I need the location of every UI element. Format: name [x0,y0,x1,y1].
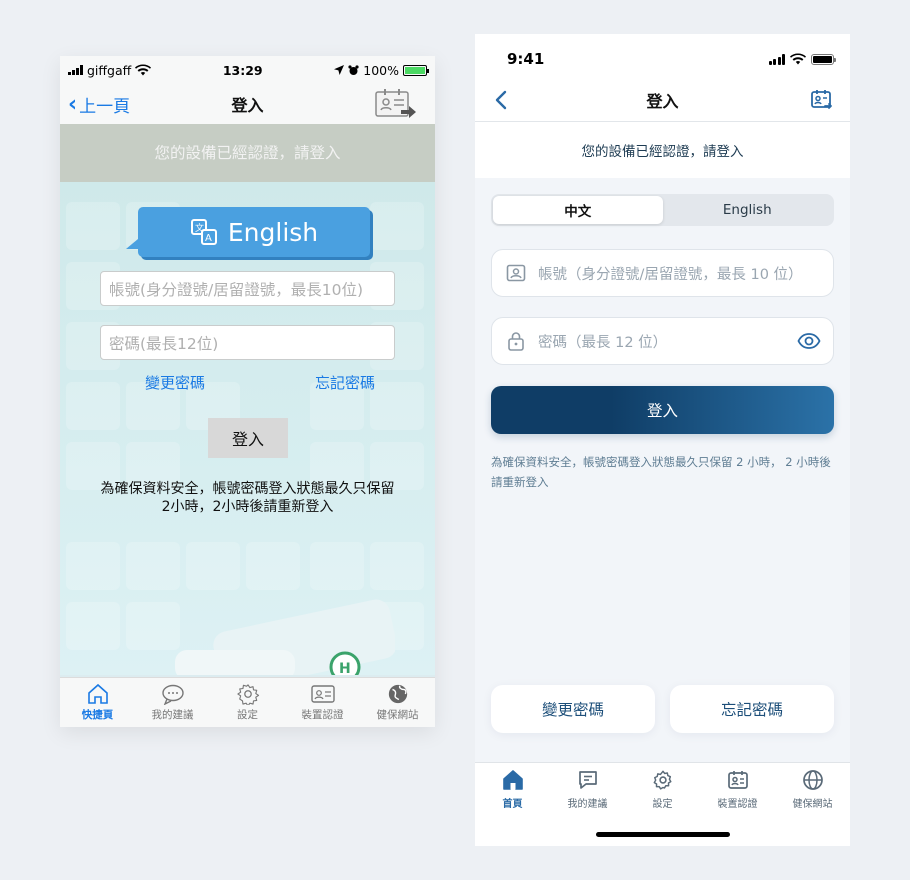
tab-bar: 快捷頁 我的建議 設定 裝置認證 健保網站 [60,677,435,727]
svg-text:文: 文 [195,222,204,234]
account-placeholder: 帳號(身分證號/居留證號，最長10位) [109,280,364,299]
password-placeholder: 密碼(最長12位) [109,334,219,353]
login-button[interactable]: 登入 [208,418,288,458]
status-time: 9:41 [507,50,545,68]
alarm-icon [348,64,359,75]
svg-text:A: A [205,233,212,244]
carrier-name: giffgaff [87,62,132,78]
nav-bar: 登入 [475,78,850,122]
battery-icon [403,64,429,76]
lock-icon [508,332,524,351]
wifi-icon [135,64,152,76]
verified-banner: 您的設備已經認證，請登入 [60,122,435,182]
tab-label: 裝置認證 [717,799,758,810]
tab-label: 我的建議 [567,799,608,810]
page-title: 登入 [646,91,679,111]
session-note: 為確保資料安全，帳號密碼登入狀態最久只保留 2 小時， 2 小時後請重新登入 [491,455,831,489]
verified-banner: 您的設備已經認證，請登入 [475,122,850,178]
globe-icon [802,770,823,790]
house-icon [502,770,523,790]
tab-device-certification[interactable]: 裝置認證 [285,678,360,727]
globe-icon [388,684,407,704]
session-note: 為確保資料安全，帳號密碼登入狀態最久只保留2小時，2小時後請重新登入 [100,481,395,515]
location-arrow-icon [334,65,345,75]
account-placeholder: 帳號（身分證號/居留證號，最長 10 位） [538,266,803,283]
house-icon [87,683,108,704]
tab-home[interactable]: 快捷頁 [60,678,135,727]
device-certificate-icon[interactable] [375,88,417,120]
segment-chinese[interactable]: 中文 [493,196,663,224]
old-app-screen: giffgaff 13:29 100% ‹ 上一頁 登入 您的設備已經認證，請登… [60,56,435,727]
eye-icon[interactable] [797,329,821,353]
id-card-icon [727,771,748,789]
new-app-screen: 9:41 登入 您的設備已經認證，請登入 中文 English 帳號（身分證號/… [475,34,850,846]
back-button[interactable]: ‹ 上一頁 [68,92,130,117]
banner-text: 您的設備已經認證，請登入 [581,144,744,160]
gear-icon [653,770,672,790]
translate-icon: 文 A [190,219,217,245]
battery-percent: 100% [363,62,399,78]
gear-icon [236,684,259,705]
chevron-left-icon: ‹ [68,91,78,117]
svg-text:H: H [339,661,351,675]
login-button[interactable]: 登入 [491,386,834,434]
banner-text: 您的設備已經認證，請登入 [154,144,341,162]
tab-settings[interactable]: 設定 [210,678,285,727]
login-area: 文 A English 帳號(身分證號/居留證號，最長10位) 密碼(最長12位… [60,182,435,675]
tab-label: 健保網站 [376,709,419,721]
tab-label: 健保網站 [792,799,833,810]
tab-label: 快捷頁 [81,709,114,721]
health-card-illustration: H [175,599,395,675]
device-certificate-icon[interactable] [810,88,834,112]
tab-suggestions[interactable]: 我的建議 [135,678,210,727]
status-bar: 9:41 [475,34,850,78]
language-button-label: English [227,217,319,247]
tab-label: 我的建議 [151,709,194,721]
password-placeholder: 密碼（最長 12 位） [538,334,668,351]
password-input[interactable]: 密碼(最長12位) [100,325,395,360]
signal-icon [68,65,83,75]
segment-english[interactable]: English [663,196,833,224]
status-bar: giffgaff 13:29 100% [60,56,435,84]
back-label: 上一頁 [79,96,131,117]
id-badge-icon [506,264,526,282]
language-segmented-control: 中文 English [491,194,834,226]
status-time: 13:29 [222,62,263,78]
forgot-password-button[interactable]: 忘記密碼 [670,685,834,733]
battery-icon [811,53,836,65]
password-input[interactable]: 密碼（最長 12 位） [491,317,834,365]
signal-icon [768,53,785,65]
chevron-left-icon[interactable] [491,88,513,112]
tab-label: 首頁 [502,799,523,810]
language-toggle-button[interactable]: 文 A English [126,207,370,257]
tab-label: 設定 [652,799,673,810]
chat-bubble-icon [578,771,597,789]
chat-bubble-icon [161,684,184,705]
nav-bar: ‹ 上一頁 登入 [60,84,435,124]
forgot-password-link[interactable]: 忘記密碼 [315,372,375,393]
change-password-button[interactable]: 變更密碼 [491,685,655,733]
change-password-link[interactable]: 變更密碼 [145,372,205,393]
id-card-icon [310,685,335,703]
tab-label: 裝置認證 [301,709,344,721]
tab-nhi-website[interactable]: 健保網站 [360,678,435,727]
tab-nhi-website[interactable]: 健保網站 [775,769,850,846]
account-input[interactable]: 帳號（身分證號/居留證號，最長 10 位） [491,249,834,297]
tab-label: 設定 [237,709,258,721]
tab-home[interactable]: 首頁 [475,769,550,846]
home-indicator [596,832,730,837]
wifi-icon [790,53,806,65]
account-input[interactable]: 帳號(身分證號/居留證號，最長10位) [100,271,395,306]
